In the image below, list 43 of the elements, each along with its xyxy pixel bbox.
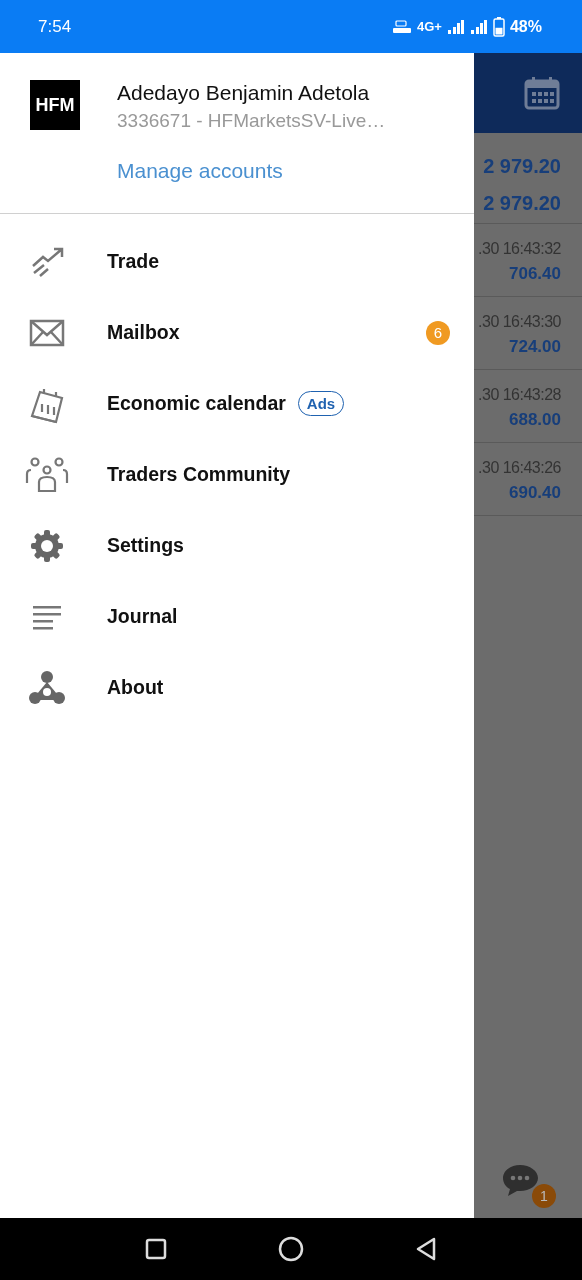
back-icon[interactable] bbox=[414, 1237, 437, 1261]
menu-item[interactable]: Mailbox 6 bbox=[0, 297, 474, 368]
menu-label: Traders Community bbox=[107, 463, 291, 486]
menu-item[interactable]: Traders Community bbox=[0, 439, 474, 510]
logo: HFM bbox=[30, 80, 80, 130]
calendar-icon[interactable] bbox=[524, 76, 560, 110]
signal-icon bbox=[446, 18, 465, 35]
menu-item[interactable]: Journal bbox=[0, 581, 474, 652]
deal-time: .30 16:43:30 bbox=[478, 313, 561, 331]
count-badge: 1 bbox=[532, 1184, 556, 1208]
clock: 7:54 bbox=[38, 16, 72, 37]
people-icon bbox=[25, 456, 69, 493]
count-badge: 6 bbox=[426, 320, 450, 345]
menu-item[interactable]: About bbox=[0, 652, 474, 723]
network-type: 4G+ bbox=[417, 19, 442, 34]
menu-label: Mailbox bbox=[107, 321, 180, 344]
deal-time: .30 16:43:28 bbox=[478, 386, 561, 404]
list-lines-icon bbox=[31, 603, 63, 630]
deal-value: 724.00 bbox=[509, 337, 561, 357]
account-details: 3336671 - HFMarketsSV-Live… bbox=[117, 110, 386, 132]
account-name: Adedayo Benjamin Adetola bbox=[117, 81, 370, 105]
menu-label: Settings bbox=[107, 534, 184, 557]
menu-item[interactable]: Economic calendar Ads bbox=[0, 368, 474, 439]
envelope-icon bbox=[29, 318, 65, 347]
signal-icon bbox=[469, 18, 488, 35]
battery-icon bbox=[492, 16, 505, 37]
menu-label: Economic calendar bbox=[107, 392, 286, 415]
menu-item[interactable]: Settings bbox=[0, 510, 474, 581]
menu-label: About bbox=[107, 676, 164, 699]
deal-time: .30 16:43:32 bbox=[478, 240, 561, 258]
deal-value: 688.00 bbox=[509, 410, 561, 430]
battery-percent: 48% bbox=[509, 17, 542, 36]
home-icon[interactable] bbox=[278, 1236, 304, 1262]
deal-value: 690.40 bbox=[509, 483, 561, 503]
settings-icon bbox=[29, 527, 65, 564]
deal-value: 706.40 bbox=[509, 264, 561, 284]
price: 2 979.20 bbox=[483, 192, 561, 215]
menu-label: Journal bbox=[107, 605, 178, 628]
menu-label: Trade bbox=[107, 250, 160, 273]
menu-item[interactable]: Trade bbox=[0, 226, 474, 297]
recents-icon[interactable] bbox=[145, 1238, 168, 1260]
price: 2 979.20 bbox=[483, 155, 561, 178]
deal-time: .30 16:43:26 bbox=[478, 459, 561, 477]
